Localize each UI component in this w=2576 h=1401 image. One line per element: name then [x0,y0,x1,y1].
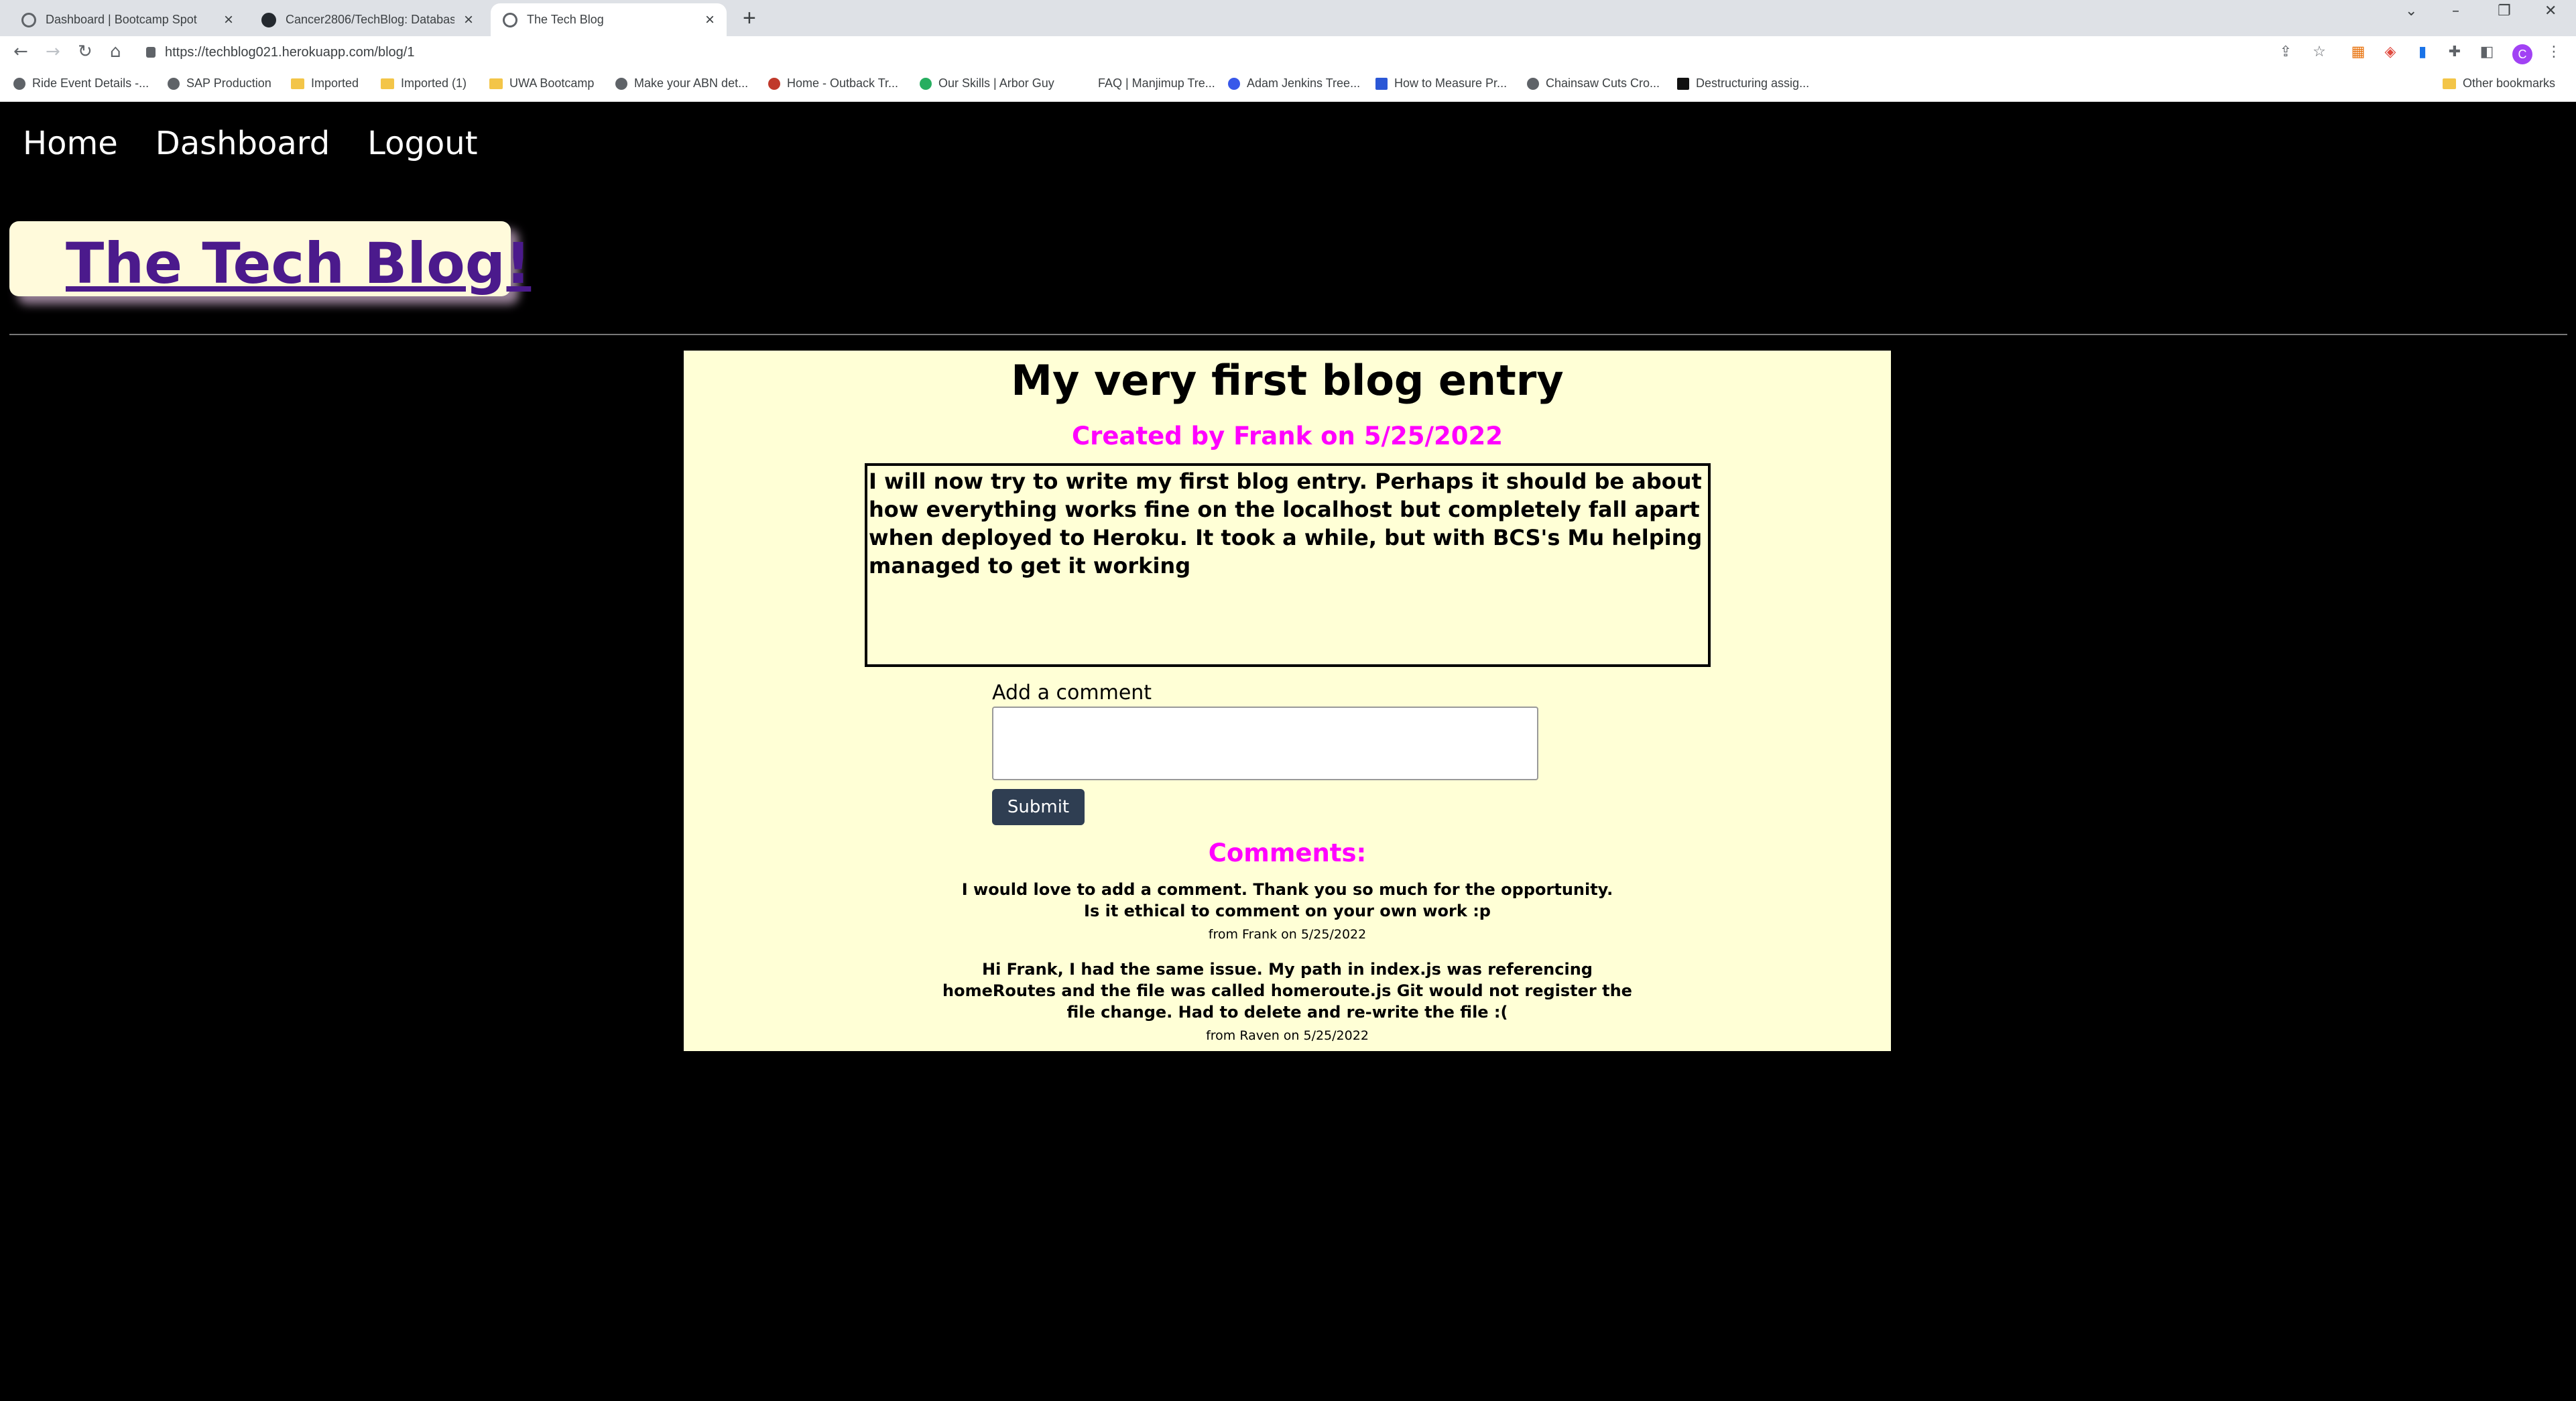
bookmark-item[interactable]: FAQ | Manjimup Tre... [1079,76,1215,90]
bookmark-star-icon[interactable]: ☆ [2310,43,2329,62]
tab-title: Dashboard | Bootcamp Spot [46,13,197,26]
globe-icon [21,12,36,27]
share-icon[interactable]: ⇪ [2276,43,2295,62]
outback-icon [768,77,780,90]
bookmark-item[interactable]: Our Skills | Arbor Guy [920,76,1054,90]
bookmark-item[interactable]: Adam Jenkins Tree... [1228,76,1360,90]
tab-bootcamp[interactable]: Dashboard | Bootcamp Spot × [9,3,245,36]
lock-icon [146,47,156,58]
nav-dashboard-link[interactable]: Dashboard [156,125,330,162]
globe-icon [13,77,25,90]
folder-icon [2443,78,2456,89]
comment-meta: from Raven on 5/25/2022 [1206,1028,1369,1043]
abn-icon [615,77,627,90]
tab-search-icon[interactable]: ⌄ [2405,3,2417,19]
comment-label: Add a comment [992,681,1152,705]
close-tab-icon[interactable]: × [464,11,473,29]
trello-icon[interactable]: ▮ [2413,43,2432,62]
bookmark-folder[interactable]: Imported (1) [381,76,467,90]
bookmark-folder[interactable]: Imported [291,76,359,90]
globe-icon [503,12,517,27]
extension-icon[interactable]: ◈ [2381,43,2400,62]
github-icon [261,12,276,27]
other-bookmarks[interactable]: Other bookmarks [2443,76,2555,90]
minimize-icon[interactable]: – [2452,3,2459,19]
site-title-link[interactable]: The Tech Blog! [66,231,531,296]
tab-title: Cancer2806/TechBlog: Database [286,13,454,26]
blog-post-card: My very first blog entry Created by Fran… [684,351,1891,1051]
site-header: The Tech Blog! [9,221,531,296]
comment-text: I would love to add a comment. Thank you… [961,880,1613,920]
bookmark-item[interactable]: Chainsaw Cuts Cro... [1527,76,1660,90]
header-divider [9,334,2567,335]
new-tab-icon[interactable]: + [743,5,756,32]
tree-icon [920,77,932,90]
browser-toolbar: ← → ↻ ⌂ https://techblog021.herokuapp.co… [0,36,2576,68]
extensions-puzzle-icon[interactable]: ✚ [2445,43,2464,62]
bookmark-item[interactable]: Home - Outback Tr... [768,76,898,90]
blank-icon [1079,78,1091,90]
forward-icon[interactable]: → [46,42,60,62]
comment-text: Hi Frank, I had the same issue. My path … [942,960,1632,1022]
bookmark-item[interactable]: Ride Event Details -... [13,76,149,90]
site-nav: Home Dashboard Logout [23,125,478,162]
bookmark-folder[interactable]: UWA Bootcamp [489,76,594,90]
nav-home-link[interactable]: Home [23,125,118,162]
bookmark-item[interactable]: Destructuring assig... [1677,76,1809,90]
side-panel-icon[interactable]: ◧ [2477,43,2496,62]
medium-icon [1677,77,1689,90]
bookmark-item[interactable]: Make your ABN det... [615,76,748,90]
address-bar[interactable]: https://techblog021.herokuapp.com/blog/1 [146,39,2291,66]
close-tab-icon[interactable]: × [224,11,233,29]
bookmark-item[interactable]: How to Measure Pr... [1375,76,1507,90]
profile-avatar[interactable]: C [2512,44,2532,64]
comment-item: I would love to add a comment. Thank you… [684,879,1891,942]
comments-heading: Comments: [1208,839,1367,867]
home-icon[interactable]: ⌂ [110,42,121,62]
back-icon[interactable]: ← [13,42,28,62]
comment-textarea[interactable] [992,707,1538,780]
menu-kebab-icon[interactable]: ⋮ [2544,43,2563,62]
folder-icon [381,78,394,89]
bookmarks-bar: Ride Event Details -... SAP Production I… [0,68,2576,102]
tab-github[interactable]: Cancer2806/TechBlog: Database × [249,3,485,36]
tab-title: The Tech Blog [527,13,604,26]
comment-meta: from Frank on 5/25/2022 [1208,927,1367,942]
globe-icon [168,77,180,90]
comment-item: Hi Frank, I had the same issue. My path … [684,959,1891,1043]
post-body: I will now try to write my first blog en… [865,463,1711,667]
extension-grid-icon[interactable]: ▦ [2349,43,2368,62]
reload-icon[interactable]: ↻ [78,42,93,62]
close-tab-icon[interactable]: × [705,11,715,29]
bookmark-item[interactable]: SAP Production [168,76,271,90]
nav-logout-link[interactable]: Logout [367,125,477,162]
wordpress-icon [1228,77,1240,90]
chainsaw-icon [1527,77,1539,90]
post-title: My very first blog entry [1011,356,1564,405]
folder-icon [291,78,304,89]
submit-comment-button[interactable]: Submit [992,789,1085,825]
url-text[interactable]: https://techblog021.herokuapp.com/blog/1 [165,45,414,60]
post-meta: Created by Frank on 5/25/2022 [1072,422,1503,450]
tab-strip: Dashboard | Bootcamp Spot × Cancer2806/T… [0,0,2576,36]
close-window-icon[interactable]: ✕ [2544,3,2557,19]
restore-icon[interactable]: ❐ [2498,3,2511,19]
tab-tech-blog[interactable]: The Tech Blog × [491,3,727,36]
folder-icon [489,78,503,89]
bookmark-site-icon [1375,77,1388,90]
